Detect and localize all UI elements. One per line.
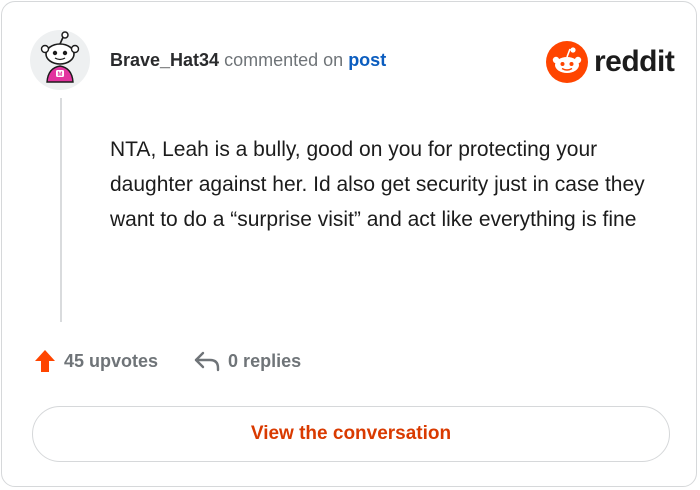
comment-card: M Brave_Hat34 commented on post reddit N… [1, 1, 697, 487]
reply-count: 0 replies [228, 350, 302, 371]
reddit-logo[interactable]: reddit [546, 41, 675, 83]
reddit-snoo-icon [546, 41, 588, 83]
comment-body: NTA, Leah is a bully, good on you for pr… [110, 138, 645, 231]
view-conversation-button[interactable]: View the conversation [32, 406, 670, 462]
replies-stat[interactable]: 0 replies [194, 350, 301, 372]
reply-arrow-icon [194, 351, 220, 372]
upvote-stat[interactable]: 45 upvotes [34, 349, 158, 373]
action-text: commented on [224, 50, 344, 70]
svg-text:M: M [58, 72, 63, 78]
upvote-arrow-icon [35, 350, 55, 372]
upvote-count: 45 upvotes [64, 350, 159, 371]
snoo-avatar-icon[interactable]: M [30, 30, 90, 90]
thread-line [60, 98, 62, 322]
comment-stats: 45 upvotes 0 replies [34, 349, 301, 373]
post-link[interactable]: post [348, 50, 386, 70]
reddit-wordmark: reddit [594, 45, 675, 78]
comment-header: Brave_Hat34 commented on post [110, 49, 386, 71]
author-name[interactable]: Brave_Hat34 [110, 50, 219, 70]
